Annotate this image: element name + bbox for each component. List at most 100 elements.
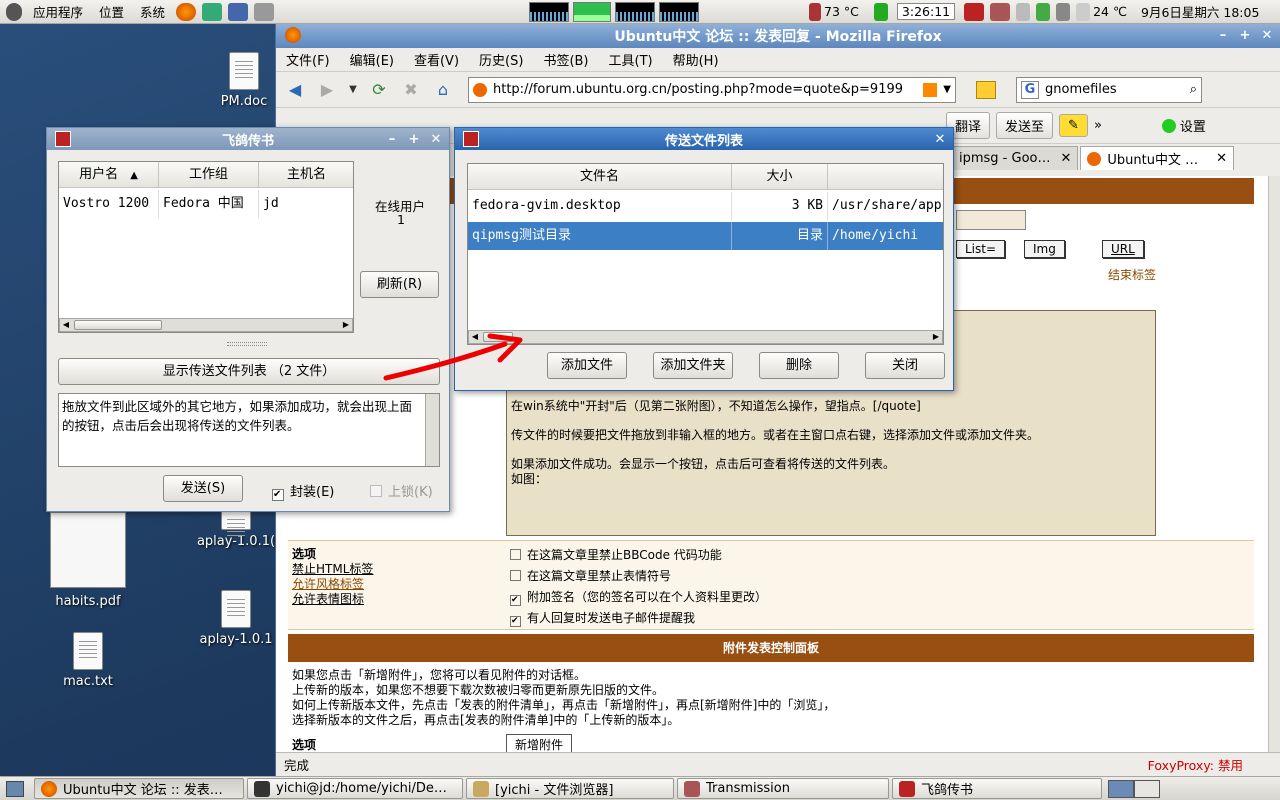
subject-field[interactable] [956, 210, 1026, 230]
column-header-filename[interactable]: 文件名 [468, 164, 732, 190]
screenshot-launcher-icon[interactable] [228, 2, 249, 21]
url-dropdown-icon[interactable]: ▼ [943, 84, 951, 95]
tab-close-icon[interactable]: ✕ [1216, 151, 1227, 166]
search-icon[interactable]: ⌕ [1190, 82, 1197, 97]
column-header-hostname[interactable]: 主机名 [259, 162, 353, 188]
checkbox-disable-bbcode[interactable]: 在这篇文章里禁止BBCode 代码功能 [510, 545, 767, 566]
transmission-tray-icon[interactable] [990, 2, 1011, 21]
file-row-1-name[interactable]: fedora-gvim.desktop [468, 192, 732, 220]
scroll-right-icon[interactable]: ▶ [340, 319, 352, 331]
workspace-2[interactable] [1134, 779, 1160, 798]
firefox-titlebar[interactable]: Ubuntu中文 论坛 :: 发表回复 - Mozilla Firefox – … [276, 24, 1280, 48]
checkbox-notify-reply[interactable]: ✔ 有人回复时发送电子邮件提醒我 [510, 608, 767, 629]
menu-edit[interactable]: 编辑(E) [340, 50, 404, 69]
menu-view[interactable]: 查看(V) [404, 50, 469, 69]
disk-launcher-icon[interactable] [254, 2, 275, 21]
search-box[interactable]: G gnomefiles ⌕ [1016, 76, 1202, 103]
file-table[interactable]: 文件名 大小 fedora-gvim.desktop 3 KB /usr/sha… [467, 163, 944, 345]
file-row-1-path[interactable]: /usr/share/app [828, 192, 943, 220]
checkbox-box[interactable] [510, 570, 521, 581]
update-icon[interactable] [1036, 2, 1051, 21]
menu-tools[interactable]: 工具(T) [599, 50, 663, 69]
highlighter-icon[interactable]: ✎ [1059, 114, 1088, 137]
column-header-path[interactable] [828, 164, 943, 190]
desktop-icon-aplay-1[interactable]: aplay-1.0.1( [196, 510, 276, 549]
menu-bookmarks[interactable]: 书签(B) [533, 50, 598, 69]
stop-icon[interactable]: ✖ [398, 77, 424, 103]
message-input[interactable]: 拖放文件到此区域外的其它地方，如果添加成功，就会出现上面的按钮，点击后会出现将传… [58, 393, 440, 467]
forward-icon[interactable]: ▶ [314, 77, 340, 103]
option-link-bbcode[interactable]: 允许风格标签 [292, 577, 373, 592]
menu-help[interactable]: 帮助(H) [663, 50, 729, 69]
desktop-icon-habits-pdf[interactable]: habits.pdf [48, 512, 128, 609]
page-scrollbar[interactable] [1268, 176, 1280, 752]
settings-button[interactable]: 设置 [1180, 116, 1206, 135]
history-dropdown-icon[interactable]: ▼ [346, 77, 360, 103]
minimize-button[interactable]: – [1214, 27, 1232, 45]
desktop-icon-mac-txt[interactable]: mac.txt [56, 632, 120, 689]
tab-ubuntu-forum[interactable]: Ubuntu中文 … ✕ [1080, 146, 1235, 170]
user-row-hostname[interactable]: jd [259, 190, 353, 218]
maximize-button[interactable]: + [405, 131, 423, 149]
user-table-hscroll[interactable]: ◀ ▶ [59, 318, 353, 332]
add-attachment-button[interactable]: 新增附件 [506, 734, 573, 752]
workspace-switcher[interactable] [1108, 779, 1160, 798]
menu-history[interactable]: 历史(S) [469, 50, 533, 69]
foxyproxy-status[interactable]: FoxyProxy: 禁用 [1148, 755, 1243, 774]
checkbox-checked[interactable]: ✔ [510, 595, 521, 606]
menu-applications[interactable]: 应用程序 [25, 2, 91, 21]
more-icon[interactable]: » [1094, 118, 1102, 133]
tab-close-icon[interactable]: ✕ [1061, 151, 1072, 166]
ipmsg-tray-icon[interactable] [964, 2, 985, 21]
user-row-username[interactable]: Vostro 1200 [59, 190, 159, 218]
home-icon[interactable]: ⌂ [430, 77, 456, 103]
send-to-button[interactable]: 发送至 [996, 112, 1054, 139]
file-list-titlebar[interactable]: 传送文件列表 ✕ [455, 128, 953, 150]
gnome-foot-icon[interactable] [6, 2, 22, 21]
task-ipmsg[interactable]: 飞鸽传书 [892, 778, 1102, 799]
bbcode-list-button[interactable]: List= [956, 240, 1006, 258]
close-button[interactable]: ✕ [1258, 27, 1276, 45]
ipmsg-titlebar[interactable]: 飞鸽传书 – + ✕ [47, 128, 449, 150]
refresh-button[interactable]: 刷新(R) [360, 271, 439, 298]
user-table[interactable]: 用户名 ▲ 工作组 主机名 Vostro 1200 Fedora 中国 jd ◀… [58, 161, 354, 333]
scroll-thumb[interactable] [74, 320, 162, 330]
tab-ipmsg[interactable]: ipmsg - Goo… ✕ [952, 146, 1079, 170]
checkbox-disable-smilies[interactable]: 在这篇文章里禁止表情符号 [510, 566, 767, 587]
google-engine-icon[interactable]: G [1021, 80, 1039, 99]
send-button[interactable]: 发送(S) [163, 475, 243, 502]
close-button[interactable]: ✕ [427, 131, 445, 149]
add-folder-button[interactable]: 添加文件夹 [653, 352, 733, 379]
reload-icon[interactable]: ⟳ [366, 77, 392, 103]
checkbox-checked[interactable]: ✔ [510, 616, 521, 627]
checkbox-attach-signature[interactable]: ✔ 附加签名（您的签名可以在个人资料里更改） [510, 587, 767, 608]
maximize-button[interactable]: + [1236, 27, 1254, 45]
column-header-size[interactable]: 大小 [732, 164, 828, 190]
bookmark-star-icon[interactable] [976, 80, 996, 99]
option-link-html[interactable]: 禁止HTML标签 [292, 562, 373, 577]
add-file-button[interactable]: 添加文件 [547, 352, 627, 379]
splitter-handle[interactable] [227, 342, 267, 346]
task-file-browser[interactable]: [yichi - 文件浏览器] [466, 778, 674, 799]
scroll-right-icon[interactable]: ▶ [930, 331, 942, 343]
minimize-button[interactable]: – [383, 131, 401, 149]
show-desktop-icon[interactable] [6, 780, 24, 797]
user-row-workgroup[interactable]: Fedora 中国 [159, 190, 259, 218]
menu-file[interactable]: 文件(F) [276, 50, 340, 69]
scroll-left-icon[interactable]: ◀ [60, 319, 72, 331]
bbcode-url-button[interactable]: URL [1102, 240, 1144, 258]
file-table-hscroll[interactable]: ◀ ▶ [468, 330, 943, 344]
menu-system[interactable]: 系统 [132, 2, 173, 21]
close-tags-link[interactable]: 结束标签 [1108, 266, 1156, 283]
file-row-1-size[interactable]: 3 KB [732, 192, 828, 220]
firefox-launcher-icon[interactable] [176, 2, 197, 21]
rss-icon[interactable] [923, 82, 938, 97]
file-row-2-selected[interactable]: qipmsg测试目录 目录 /home/yichi [468, 222, 943, 250]
close-button[interactable]: ✕ [931, 131, 949, 149]
column-header-username[interactable]: 用户名 ▲ [59, 162, 159, 188]
url-bar[interactable]: http://forum.ubuntu.org.cn/posting.php?m… [468, 76, 956, 103]
close-dialog-button[interactable]: 关闭 [865, 352, 945, 379]
seal-checkbox[interactable]: ✔ 封装(E) [272, 481, 334, 501]
menu-places[interactable]: 位置 [91, 2, 132, 21]
task-transmission[interactable]: Transmission [677, 778, 889, 799]
